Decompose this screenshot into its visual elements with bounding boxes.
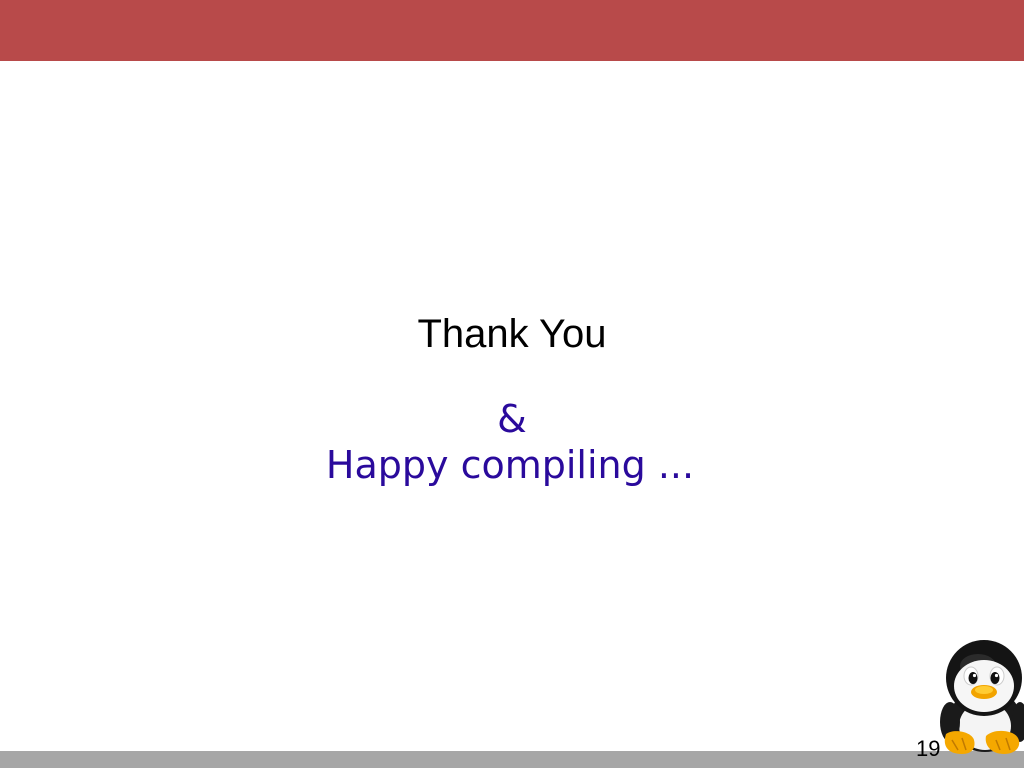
ampersand-text: & bbox=[497, 397, 527, 441]
slide-subtitle: Happy compiling ... bbox=[325, 443, 695, 487]
header-bar bbox=[0, 0, 1024, 61]
slide-title: Thank You bbox=[417, 312, 607, 356]
page-number: 19 bbox=[916, 736, 941, 761]
penguin-icon bbox=[940, 640, 1024, 754]
footer-bar bbox=[0, 751, 1024, 768]
